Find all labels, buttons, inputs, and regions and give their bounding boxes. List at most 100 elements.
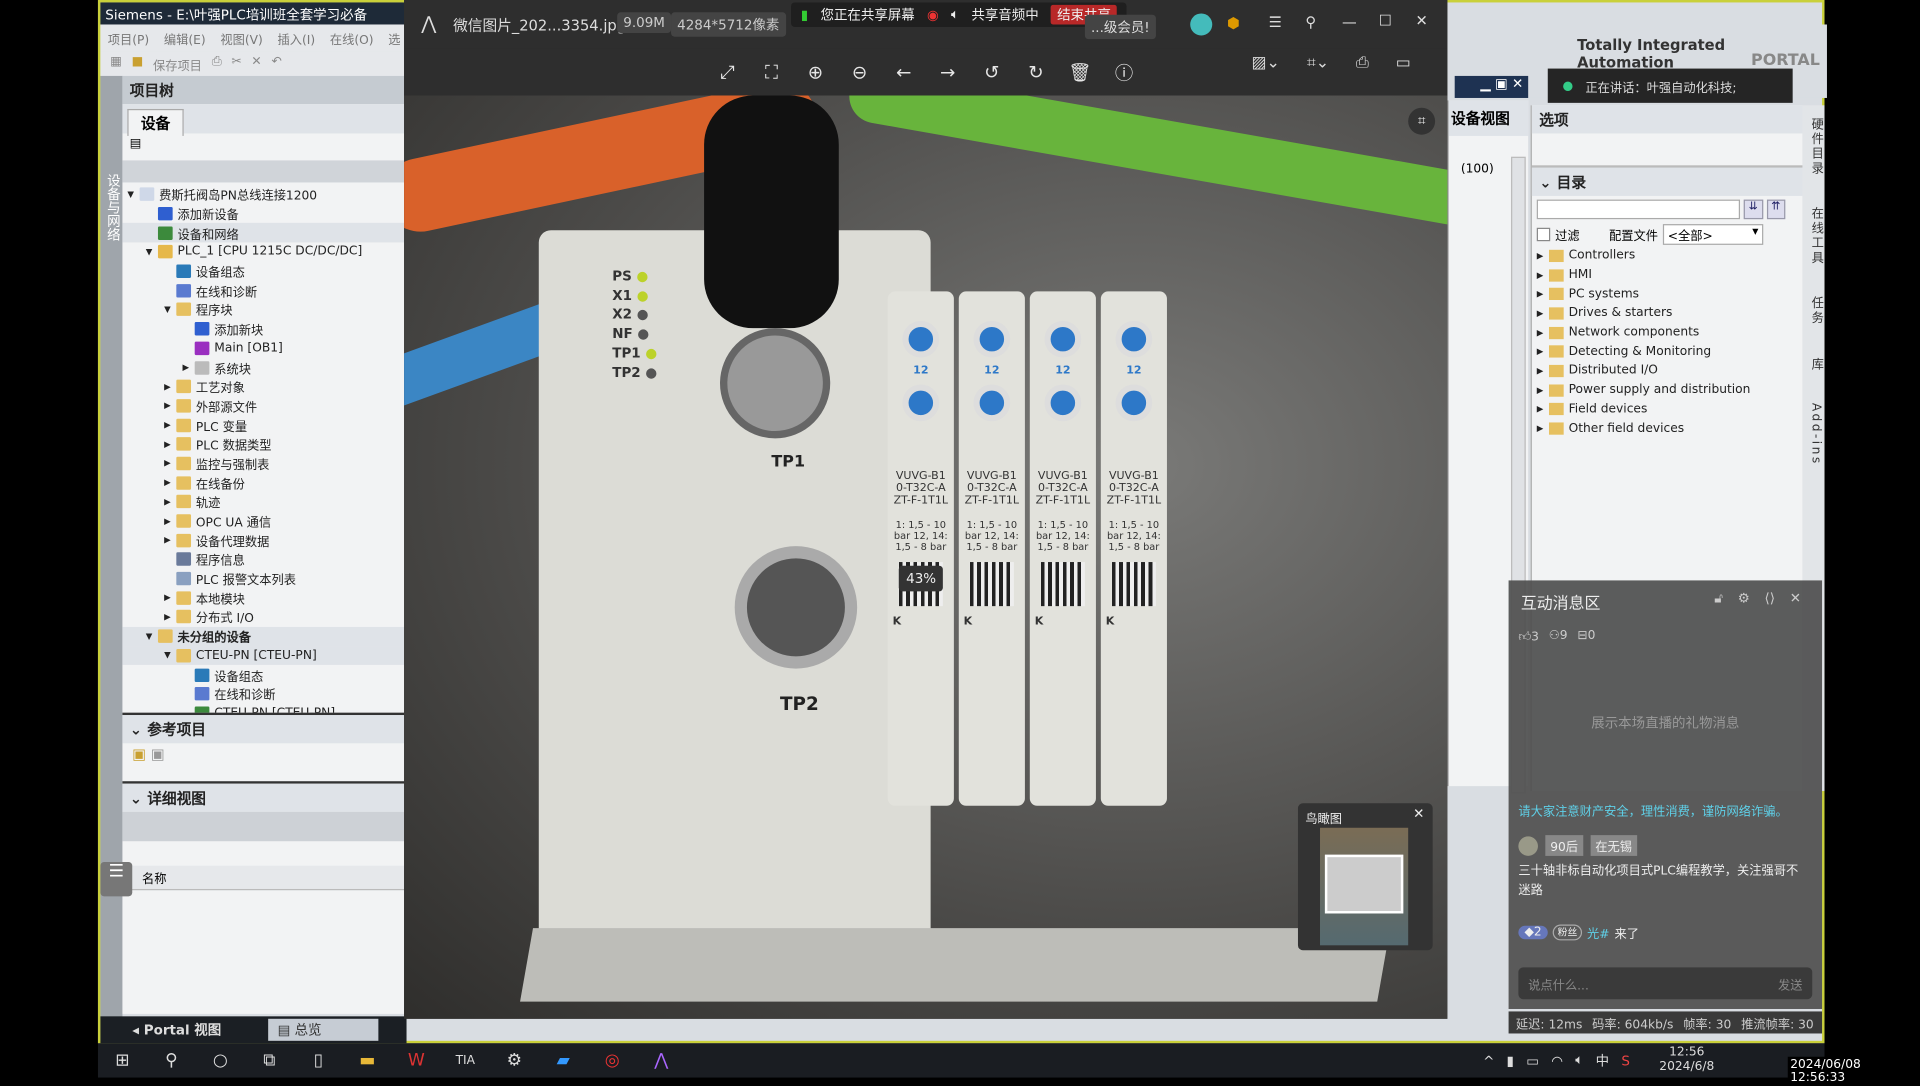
tree-item[interactable]: ▼ 程序块	[122, 300, 405, 319]
record-app-icon[interactable]: ◎	[588, 1051, 637, 1071]
catalog-item[interactable]: ▶ PC systems	[1537, 285, 1798, 304]
rotate-left-icon[interactable]: ↺	[970, 61, 1014, 83]
menu-icon[interactable]: ☰	[1269, 13, 1282, 30]
tree-item[interactable]: ▶ PLC 数据类型	[122, 435, 405, 454]
catalog-search-input[interactable]	[1536, 199, 1741, 220]
catalog-item[interactable]: ▶ Other field devices	[1537, 419, 1798, 438]
close-ref-project-icon[interactable]: ▣	[151, 746, 165, 763]
tree-item[interactable]: ▶ 监控与强制表	[122, 454, 405, 473]
promo-banner[interactable]: ...级会员!	[1084, 14, 1156, 40]
tia-v18-icon[interactable]: TIA	[441, 1054, 490, 1067]
zoom-out-icon[interactable]: ⊖	[838, 61, 882, 83]
rail-tab-online-tools[interactable]: 在线工具	[1809, 207, 1822, 266]
tree-item[interactable]: ▶ 工艺对象	[122, 377, 405, 396]
next-icon[interactable]: →	[926, 61, 970, 83]
file-explorer-icon[interactable]: ▬	[343, 1051, 392, 1071]
badge-icon[interactable]: ⬢	[1227, 15, 1240, 32]
tree-item[interactable]: ▶ 外部源文件	[122, 396, 405, 415]
expand-arrow-icon[interactable]: ▶	[1537, 251, 1549, 261]
settings-icon[interactable]: ⚙	[1738, 590, 1750, 607]
expand-arrow-icon[interactable]: ▶	[164, 401, 176, 411]
collapse-icon[interactable]: ⌄	[1539, 174, 1556, 191]
expand-arrow-icon[interactable]: ▶	[164, 535, 176, 545]
briefcase-icon[interactable]: ▭	[1396, 54, 1411, 72]
menu-item[interactable]: 选	[388, 29, 400, 47]
photo[interactable]: PS ● X1 ● X2 ● NF ● TP1 ● TP2 ● TP1 TP2 12 VUV…	[404, 95, 1448, 1019]
info-icon[interactable]: ⓘ	[1102, 59, 1146, 85]
undo-icon[interactable]: ↶	[271, 55, 281, 72]
catalog-item[interactable]: ▶ Drives & starters	[1537, 304, 1798, 323]
expand-arrow-icon[interactable]: ▶	[1537, 289, 1549, 299]
prev-icon[interactable]: ←	[882, 61, 926, 83]
sogou-icon[interactable]: S	[1621, 1052, 1630, 1068]
ime-indicator[interactable]: 中	[1596, 1051, 1609, 1071]
tree-item[interactable]: 添加新设备	[122, 204, 405, 223]
start-icon[interactable]: ⊞	[98, 1051, 147, 1071]
crop-icon[interactable]: ⌗⌄	[1307, 54, 1329, 72]
birdseye-thumbnail[interactable]	[1320, 827, 1409, 946]
search-icon[interactable]: ⚲	[147, 1051, 196, 1071]
menu-item[interactable]: 视图(V)	[220, 29, 262, 47]
tree-item[interactable]: 设备组态	[122, 665, 405, 684]
menu-item[interactable]: 编辑(E)	[164, 29, 206, 47]
expand-arrow-icon[interactable]: ▶	[1537, 347, 1549, 357]
tray-expand-icon[interactable]: ^	[1483, 1052, 1494, 1068]
expand-arrow-icon[interactable]: ▶	[164, 478, 176, 488]
menu-item[interactable]: 在线(O)	[330, 29, 374, 47]
expand-arrow-icon[interactable]: ▶	[164, 382, 176, 392]
expand-arrow-icon[interactable]: ▶	[164, 593, 176, 603]
zoom-in-icon[interactable]: ⊕	[793, 61, 837, 83]
expand-arrow-icon[interactable]: ▶	[1537, 270, 1549, 280]
catalog-item[interactable]: ▶ Field devices	[1537, 400, 1798, 419]
open-ref-project-icon[interactable]: ▣	[132, 746, 146, 763]
join-user[interactable]: 光#	[1587, 923, 1610, 941]
close-icon[interactable]: ✕	[1416, 12, 1428, 29]
portal-view-button[interactable]: ◂ Portal 视图	[132, 1020, 221, 1040]
user-avatar[interactable]	[1518, 835, 1538, 856]
birdseye-close-icon[interactable]: ✕	[1413, 806, 1424, 822]
expand-arrow-icon[interactable]: ▼	[146, 247, 158, 257]
pin-icon[interactable]: ⚲	[1305, 13, 1316, 30]
expand-arrow-icon[interactable]: ▼	[164, 305, 176, 315]
tree-item[interactable]: 设备和网络	[122, 223, 406, 243]
rotate-right-icon[interactable]: ↻	[1014, 61, 1058, 83]
tree-item[interactable]: ▶ 轨迹	[122, 492, 405, 511]
catalog-item[interactable]: ▶ Distributed I/O	[1537, 361, 1798, 380]
profile-select[interactable]: <全部> ▾	[1662, 224, 1764, 245]
close-icon[interactable]: ✕	[1790, 590, 1801, 607]
minimize-icon[interactable]: —	[1342, 13, 1357, 30]
mic-icon[interactable]: ▮	[1507, 1052, 1514, 1068]
menu-item[interactable]: 插入(I)	[278, 29, 316, 47]
save-project-button[interactable]: 保存项目	[153, 55, 202, 73]
battery-icon[interactable]: ▭	[1526, 1052, 1539, 1068]
devices-tab[interactable]: 设备	[127, 108, 184, 136]
tree-item[interactable]: ▶ PLC 变量	[122, 415, 405, 434]
tree-item[interactable]: 设备组态	[122, 262, 405, 281]
tree-item[interactable]: ▼ 未分组的设备	[122, 626, 406, 646]
search-up-icon[interactable]: ⇈	[1766, 199, 1786, 220]
expand-arrow-icon[interactable]: ▶	[164, 516, 176, 526]
tree-item[interactable]: ▼ 费斯托阀岛PN总线连接1200	[122, 185, 405, 204]
record-icon[interactable]: ◉	[927, 7, 939, 23]
catalog-item[interactable]: ▶ Controllers	[1537, 246, 1798, 265]
catalog-item[interactable]: ▶ Power supply and distribution	[1537, 381, 1798, 400]
delete-icon[interactable]: 🗑︎	[1058, 61, 1102, 83]
clock[interactable]: 12:56 2024/6/8	[1659, 1046, 1714, 1075]
expand-arrow-icon[interactable]: ▶	[164, 612, 176, 622]
device-view-tab[interactable]: 设备视图	[1448, 100, 1529, 136]
rail-tab-addins[interactable]: Add-ins	[1809, 403, 1822, 466]
tree-item[interactable]: ▼ PLC_1 [CPU 1215C DC/DC/DC]	[122, 243, 405, 262]
tree-item[interactable]: 在线和诊断	[122, 281, 405, 300]
collapse-icon[interactable]: ⌄	[130, 790, 147, 807]
notepad-icon[interactable]: ▯	[294, 1051, 343, 1071]
tree-item[interactable]: ▶ OPC UA 通信	[122, 511, 405, 530]
print-icon[interactable]: ⎙	[1356, 54, 1369, 72]
menu-item[interactable]: 项目(P)	[108, 29, 149, 47]
tree-item[interactable]: ▼ CTEU-PN [CTEU-PN]	[122, 645, 406, 666]
new-project-icon[interactable]: ▦	[110, 55, 122, 72]
expand-arrow-icon[interactable]: ▼	[164, 651, 176, 661]
volume-icon[interactable]: 🔈︎	[1575, 1052, 1583, 1069]
lock-icon[interactable]: 🔓︎	[1714, 590, 1723, 607]
search-down-icon[interactable]: ⇊	[1743, 199, 1763, 220]
tree-item[interactable]: ▶ 系统块	[122, 358, 405, 377]
